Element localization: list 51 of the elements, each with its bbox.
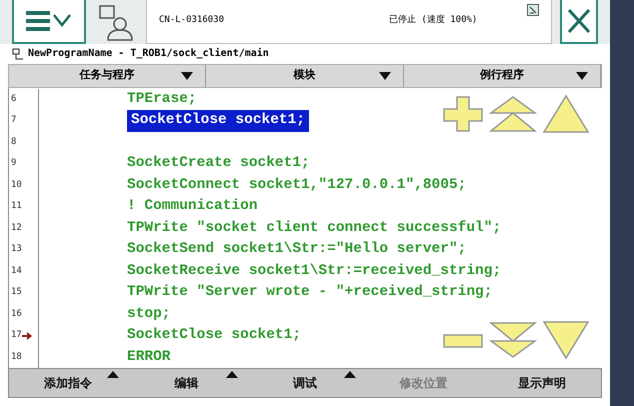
- dropdown-arrow-icon: [378, 72, 391, 80]
- line-number: 13: [11, 243, 22, 256]
- line-number: 9: [11, 157, 16, 170]
- command-button[interactable]: 编辑: [127, 369, 246, 397]
- code-line[interactable]: SocketConnect socket1,"127.0.0.1",8005;: [123, 174, 470, 196]
- menu-arrow-icon: [226, 371, 238, 378]
- controller-name: CN-L-0316030: [159, 16, 226, 25]
- page-down-icon[interactable]: [488, 320, 538, 359]
- run-state-text: 已停止 (速度 100%): [389, 16, 478, 25]
- line-number: 6: [11, 92, 16, 106]
- dropdown-arrow-icon: [576, 72, 588, 80]
- command-button[interactable]: 显示声明: [482, 369, 602, 397]
- code-line[interactable]: TPWrite "Server wrote - "+received_string;: [123, 282, 496, 304]
- dropdown-tab[interactable]: 例行程序: [404, 64, 601, 87]
- code-line[interactable]: SocketCreate socket1;: [123, 153, 314, 175]
- code-line[interactable]: TPErase;: [123, 88, 201, 110]
- status-icon: [527, 4, 539, 16]
- scroll-down-icon[interactable]: [542, 320, 590, 360]
- line-number: 10: [11, 178, 22, 192]
- dropdown-tab[interactable]: 模块: [206, 64, 404, 87]
- line-number: 16: [11, 308, 22, 321]
- command-button[interactable]: 调试: [246, 369, 364, 397]
- dropdown-tab[interactable]: 任务与程序: [9, 64, 206, 87]
- line-number: 7: [11, 114, 16, 128]
- scroll-up-icon[interactable]: [542, 94, 590, 134]
- menu-button[interactable]: [12, 0, 86, 44]
- line-number: 17: [11, 329, 32, 343]
- code-line[interactable]: ! Communication: [123, 196, 262, 218]
- program-icon: [12, 48, 24, 60]
- code-line[interactable]: SocketSend socket1\Str:="Hello server";: [123, 239, 470, 261]
- line-number: 14: [11, 264, 22, 278]
- close-icon: [566, 6, 592, 35]
- menu-arrow-icon: [107, 371, 120, 378]
- program-path: NewProgramName - T_ROB1/sock_client/main: [28, 46, 269, 62]
- code-line[interactable]: TPWrite "socket client connect successful";: [123, 218, 506, 240]
- line-number: 11: [11, 200, 22, 214]
- page-up-icon[interactable]: [488, 94, 538, 133]
- menu-icon: [24, 8, 74, 33]
- code-line[interactable]: ERROR: [123, 346, 175, 368]
- line-number: 8: [11, 136, 16, 149]
- plus-icon[interactable]: [442, 94, 484, 133]
- code-line[interactable]: stop;: [123, 304, 175, 326]
- line-number: 12: [11, 222, 22, 235]
- code-line[interactable]: SocketReceive socket1\Str:=received_string;: [123, 260, 506, 282]
- line-number: 18: [11, 350, 22, 364]
- command-button[interactable]: 添加指令: [9, 369, 128, 397]
- code-line[interactable]: SocketClose socket1;: [123, 325, 306, 347]
- dropdown-arrow-icon: [181, 72, 194, 80]
- menu-arrow-icon: [344, 371, 356, 378]
- close-button[interactable]: [560, 0, 598, 44]
- line-number: 15: [11, 286, 22, 300]
